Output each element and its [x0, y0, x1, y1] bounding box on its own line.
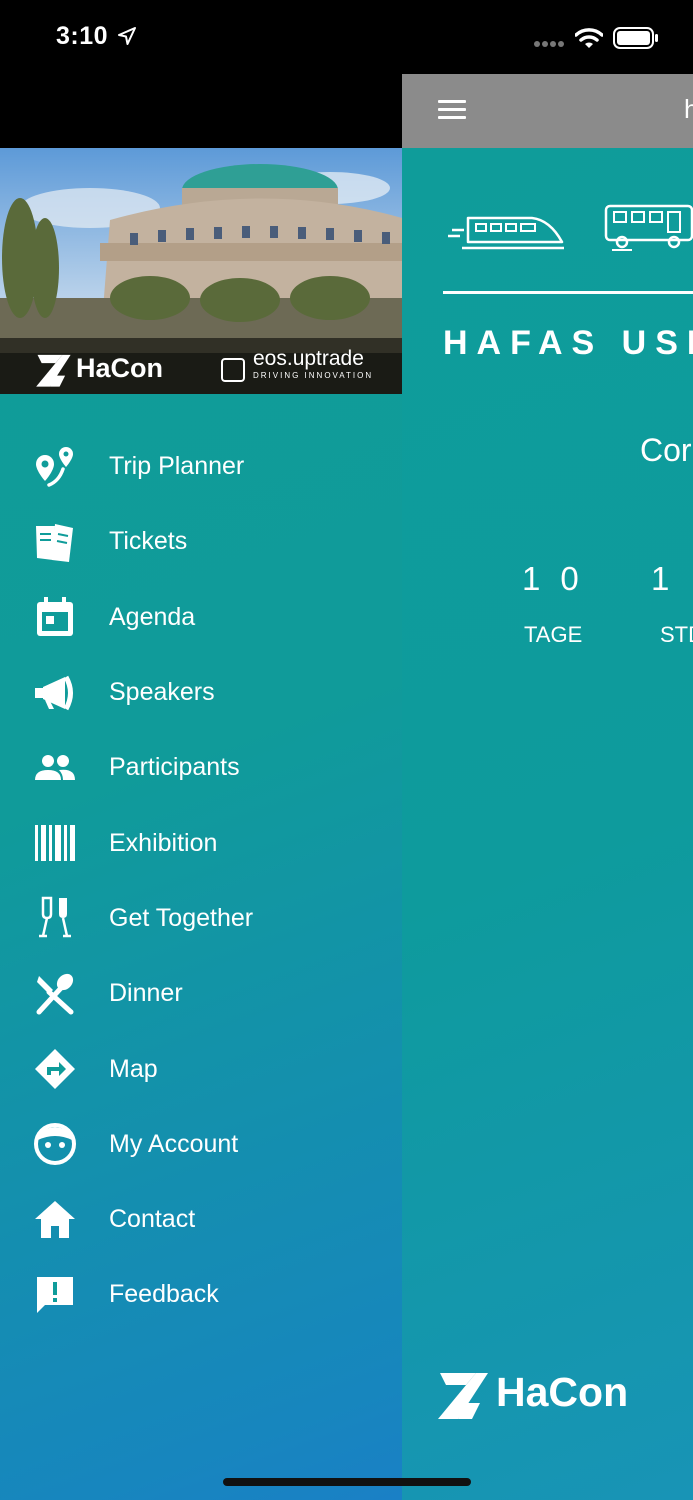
train-icon — [448, 216, 564, 250]
main-content: h HAFAS USE Cor 10 TAGE 1 STD HaCon — [402, 74, 693, 1500]
home-indicator[interactable] — [223, 1478, 471, 1486]
home-icon — [35, 1200, 75, 1238]
menu-item-tickets[interactable]: Tickets — [0, 504, 402, 579]
status-bar: 3:10 — [0, 0, 693, 74]
hacon-header-logo: HaCon — [32, 348, 163, 388]
menu-item-agenda[interactable]: Agenda — [0, 580, 402, 655]
menu-item-label: Tickets — [109, 527, 188, 556]
main-topbar-title: h — [684, 94, 693, 124]
hamburger-menu-icon[interactable] — [438, 100, 466, 120]
battery-icon — [613, 27, 658, 49]
menu-item-label: Dinner — [109, 979, 183, 1008]
countdown-days-label: TAGE — [524, 622, 583, 647]
hacon-logo: HaCon — [432, 1362, 632, 1422]
menu-item-contact[interactable]: Contact — [0, 1182, 402, 1257]
menu-item-label: Map — [109, 1054, 158, 1083]
hero-title: HAFAS USE — [443, 324, 693, 362]
countdown-days-value: 10 — [522, 560, 599, 597]
menu-item-label: Speakers — [109, 678, 215, 707]
menu-item-dinner[interactable]: Dinner — [0, 956, 402, 1031]
menu-item-label: Agenda — [109, 602, 196, 631]
cellular-signal-icon — [534, 41, 564, 47]
hero-divider — [443, 291, 693, 294]
menu-item-label: Participants — [109, 753, 240, 782]
location-arrow-icon — [118, 27, 136, 45]
drawer-header-image: HaCon eos.uptrade DRIVING INNOVATION — [0, 148, 402, 394]
hacon-header-logo-text: HaCon — [76, 352, 163, 383]
hacon-mark-icon — [36, 354, 71, 387]
face-icon — [34, 1123, 76, 1166]
menu-item-get-together[interactable]: Get Together — [0, 881, 402, 956]
menu-item-label: Trip Planner — [109, 452, 245, 481]
menu-item-trip-planner[interactable]: Trip Planner — [0, 429, 402, 504]
megaphone-icon — [35, 675, 73, 710]
eos-name: eos.uptrade — [253, 347, 364, 370]
main-topbar: h — [402, 74, 693, 148]
status-time: 3:10 — [56, 22, 109, 50]
menu-item-feedback[interactable]: Feedback — [0, 1257, 402, 1332]
bus-icon — [604, 204, 693, 251]
feedback-icon — [37, 1276, 73, 1313]
countdown-hours-value: 1 — [651, 560, 690, 597]
ticket-icon — [36, 523, 73, 562]
menu-item-participants[interactable]: Participants — [0, 730, 402, 805]
menu-item-label: Contact — [109, 1205, 196, 1234]
wifi-icon — [575, 28, 603, 48]
menu-item-speakers[interactable]: Speakers — [0, 655, 402, 730]
people-icon — [35, 754, 75, 780]
menu-item-label: Get Together — [109, 903, 254, 932]
main-subtitle: Cor — [640, 432, 692, 468]
calendar-icon — [37, 597, 73, 637]
hacon-logo-text: HaCon — [496, 1368, 629, 1415]
eos-tagline: DRIVING INNOVATION — [253, 371, 374, 380]
navigation-drawer: HaCon eos.uptrade DRIVING INNOVATION Tri… — [0, 148, 402, 1500]
menu-item-exhibition[interactable]: Exhibition — [0, 805, 402, 880]
menu-item-map[interactable]: Map — [0, 1031, 402, 1106]
barcode-icon — [35, 825, 75, 862]
route-pin-icon — [36, 446, 73, 487]
menu-item-my-account[interactable]: My Account — [0, 1107, 402, 1182]
champagne-icon — [39, 897, 71, 938]
hacon-mark-icon — [438, 1373, 488, 1419]
menu-item-label: My Account — [109, 1129, 239, 1158]
eos-uptrade-logo: eos.uptrade DRIVING INNOVATION — [221, 348, 373, 382]
menu-item-label: Feedback — [109, 1280, 219, 1309]
countdown-hours-label: STD — [660, 622, 693, 647]
menu-item-label: Exhibition — [109, 828, 218, 857]
drawer-menu: Trip Planner Tickets Agenda Speakers Par… — [0, 429, 402, 1333]
eos-mark-icon — [221, 358, 245, 382]
fork-spoon-icon — [36, 973, 74, 1015]
directions-icon — [35, 1049, 75, 1090]
